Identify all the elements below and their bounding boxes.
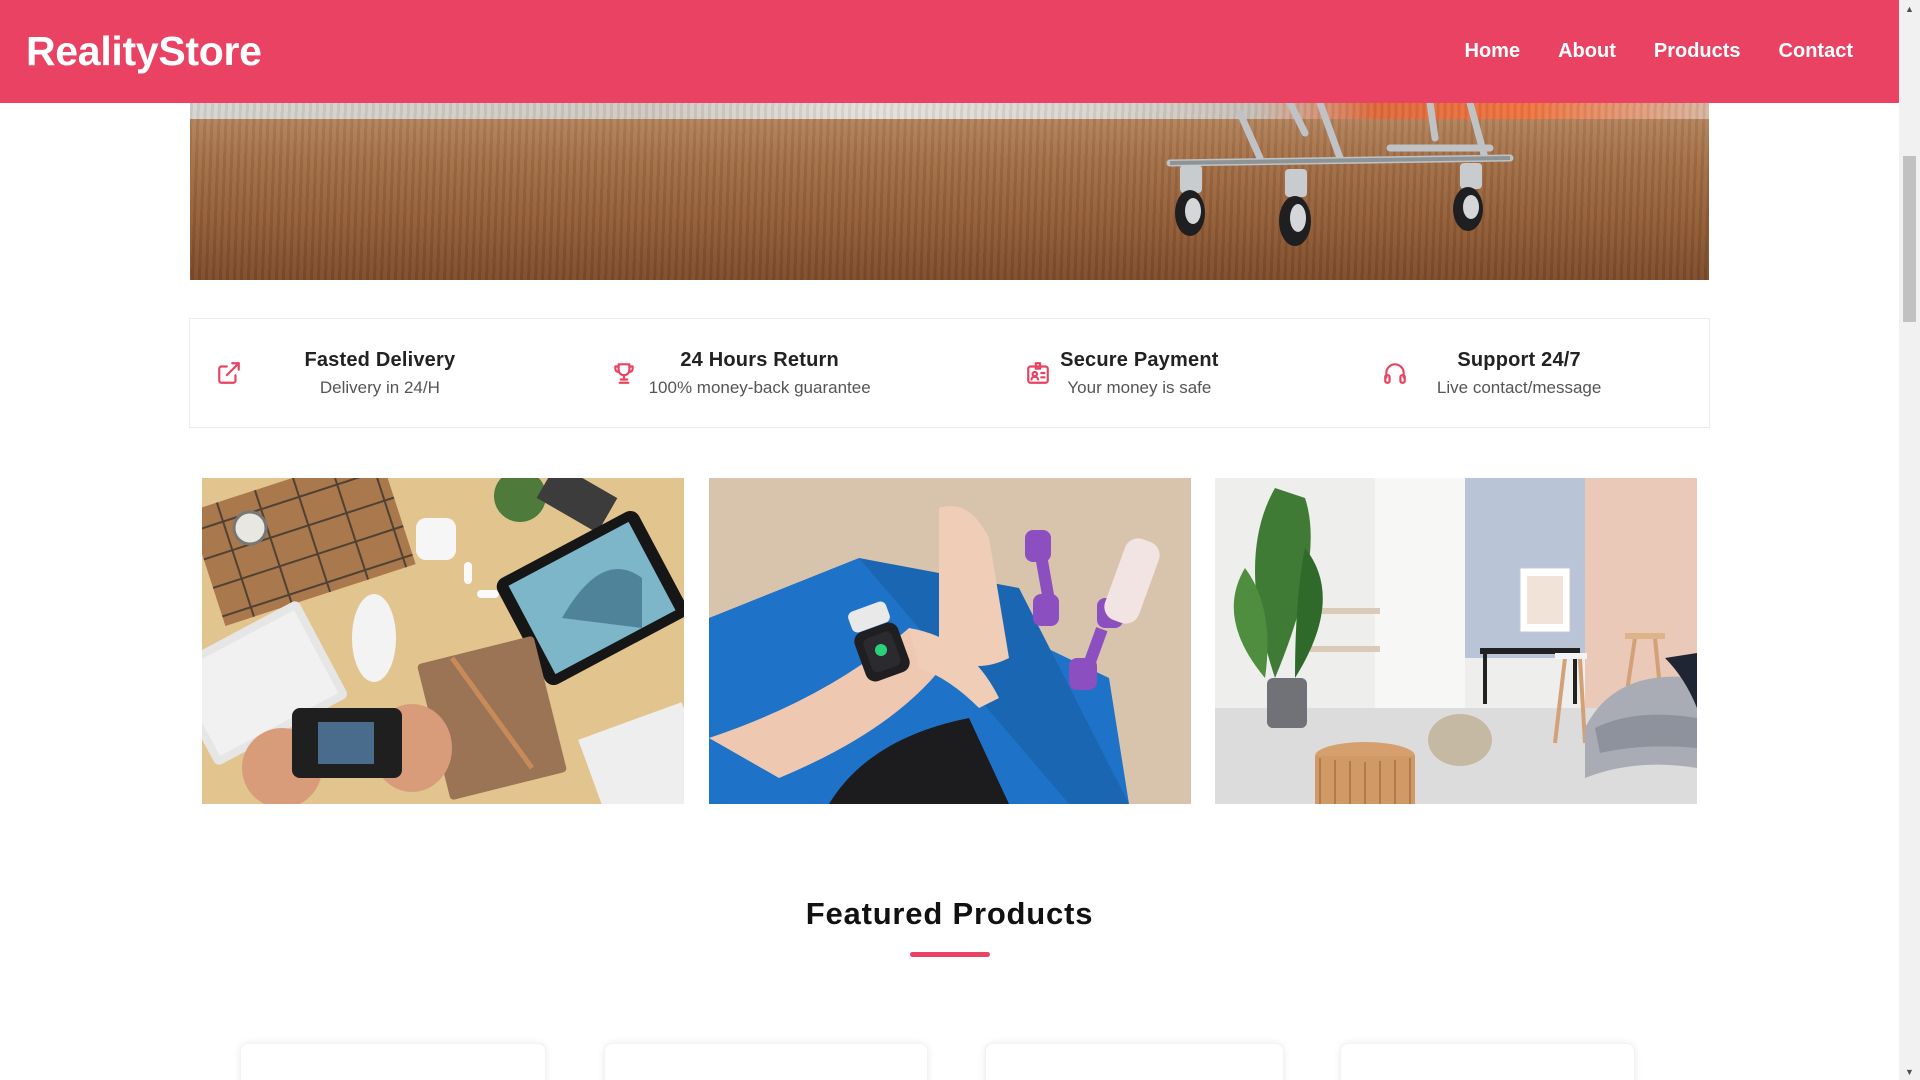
site-logo[interactable]: RealityStore (26, 28, 262, 75)
feature-title: Fasted Delivery (304, 348, 456, 371)
feature-subtitle: 100% money-back guarantee (648, 377, 871, 397)
feature-title: 24 Hours Return (680, 348, 839, 371)
feature-support: Support 24/7 Live contact/message (1329, 319, 1709, 427)
product-card[interactable] (240, 1043, 546, 1080)
feature-subtitle: Delivery in 24/H (319, 377, 440, 397)
category-image-fitness[interactable] (709, 478, 1191, 804)
external-link-icon (215, 359, 243, 387)
title-underline (910, 952, 990, 957)
scrollbar-thumb[interactable] (1903, 156, 1916, 322)
category-image-interior[interactable] (1215, 478, 1697, 804)
features-strip: Fasted Delivery Delivery in 24/H 24 Hour… (189, 318, 1710, 428)
feature-payment-text: Secure Payment Your money is safe (1060, 349, 1218, 398)
shopping-cart-icon (1166, 103, 1514, 246)
feature-title: Support 24/7 (1457, 348, 1581, 371)
feature-support-text: Support 24/7 Live contact/message (1437, 349, 1601, 398)
trophy-icon (610, 359, 638, 387)
vertical-scrollbar[interactable]: ▲ ▼ (1899, 0, 1920, 1080)
main-nav: Home About Products Contact (1446, 40, 1872, 63)
feature-return: 24 Hours Return 100% money-back guarante… (570, 319, 950, 427)
product-card[interactable] (985, 1043, 1284, 1080)
nav-about-link[interactable]: About (1539, 40, 1635, 63)
scroll-up-arrow-icon[interactable]: ▲ (1899, 0, 1920, 17)
product-card[interactable] (1340, 1043, 1635, 1080)
feature-payment: Secure Payment Your money is safe (950, 319, 1330, 427)
feature-subtitle: Live contact/message (1436, 377, 1602, 397)
nav-home-link[interactable]: Home (1446, 40, 1540, 63)
top-navbar: RealityStore Home About Products Contact (0, 0, 1899, 103)
scroll-down-arrow-icon[interactable]: ▼ (1899, 1063, 1920, 1080)
headphones-icon (1381, 359, 1409, 387)
feature-return-text: 24 Hours Return 100% money-back guarante… (649, 349, 871, 398)
feature-delivery: Fasted Delivery Delivery in 24/H (190, 319, 570, 427)
feature-title: Secure Payment (1060, 348, 1219, 371)
feature-delivery-text: Fasted Delivery Delivery in 24/H (304, 349, 455, 398)
nav-products-link[interactable]: Products (1635, 40, 1760, 63)
hero-banner-image (190, 103, 1709, 280)
product-card[interactable] (604, 1043, 928, 1080)
featured-products-title: Featured Products (805, 896, 1094, 931)
id-badge-icon (1024, 359, 1052, 387)
feature-subtitle: Your money is safe (1067, 377, 1212, 397)
nav-contact-link[interactable]: Contact (1760, 40, 1872, 63)
category-image-gadgets[interactable] (202, 478, 684, 804)
